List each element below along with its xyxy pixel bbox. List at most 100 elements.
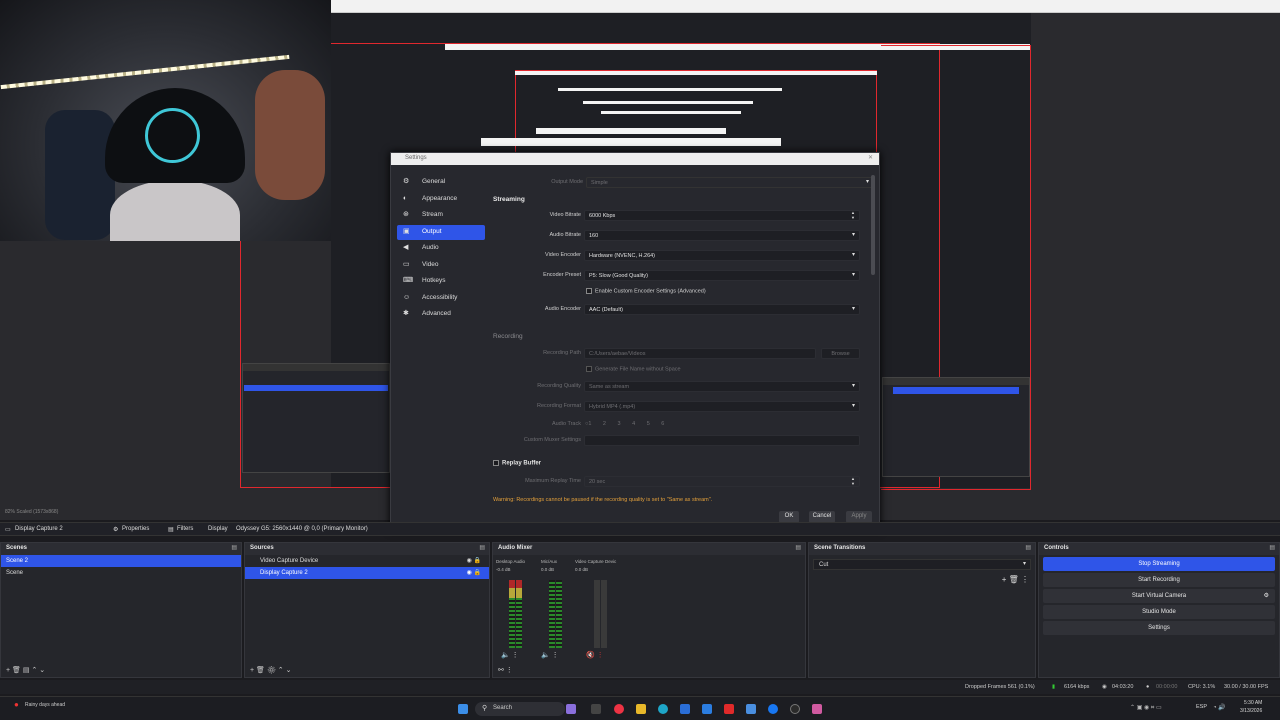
eye-icon[interactable]: ◉ 🔒 — [467, 569, 481, 576]
file-explorer-icon[interactable] — [636, 704, 646, 714]
nav-accessibility[interactable]: ☺ Accessibility — [397, 291, 485, 306]
studio-mode-button[interactable]: Studio Mode — [1043, 605, 1275, 619]
audio-track-options[interactable]: ○1 2 3 4 5 6 — [585, 421, 664, 427]
track-3[interactable]: 3 — [618, 421, 621, 427]
spin-arrows-icon[interactable]: ▲ ▼ — [851, 476, 855, 486]
arrow-down-icon[interactable]: ⌄ — [286, 667, 292, 674]
browse-button[interactable]: Browse — [821, 348, 860, 359]
windows-start-icon[interactable] — [458, 704, 468, 714]
track-4[interactable]: 4 — [632, 421, 635, 427]
link-icon[interactable]: ⚯ ⋮ — [498, 667, 513, 674]
settings-scrollbar[interactable] — [871, 175, 875, 275]
scene-item[interactable]: Scene — [1, 567, 241, 579]
gear-icon[interactable]: ⚙ — [267, 667, 276, 674]
nested-obs-scenes — [242, 363, 390, 473]
wifi-icon[interactable]: ◔ 🔊 — [1213, 704, 1226, 711]
nav-general[interactable]: ⚙ General — [397, 175, 485, 190]
clock-time[interactable]: 5:30 AM — [1244, 700, 1262, 706]
spin-arrows-icon[interactable]: ▲ ▼ — [851, 210, 855, 220]
start-virtual-camera-button[interactable]: Start Virtual Camera ⚙ — [1043, 589, 1275, 603]
gear-icon[interactable]: ⚙ — [1264, 592, 1269, 599]
track-6[interactable]: 6 — [661, 421, 664, 427]
chrome-icon[interactable] — [614, 704, 624, 714]
nav-output[interactable]: ▣ Output — [397, 224, 485, 240]
track-5[interactable]: 5 — [647, 421, 650, 427]
replay-buffer-checkbox[interactable]: Replay Buffer — [493, 460, 541, 467]
nav-advanced[interactable]: ✱ Advanced — [397, 307, 485, 322]
scene-item[interactable]: Scene 2 — [1, 555, 241, 567]
add-icon[interactable]: + 🗑 ⋮ — [1002, 575, 1029, 584]
output-mode-row: Output Mode Simple ▾ — [491, 177, 874, 189]
close-icon[interactable]: ✕ — [868, 154, 873, 161]
add-icon[interactable]: + — [250, 667, 254, 674]
settings-button[interactable]: Settings — [1043, 621, 1275, 635]
facebook-icon[interactable] — [768, 704, 778, 714]
recording-format-select[interactable]: Hybrid MP4 (.mp4) ▾ — [584, 401, 860, 412]
source-item[interactable]: Video Capture Device ◉ 🔒 — [245, 555, 489, 567]
transition-select[interactable]: Cut ▾ — [813, 559, 1031, 570]
nav-audio[interactable]: ◀ Audio — [397, 241, 485, 256]
filter-icon[interactable]: ▤ — [23, 667, 30, 674]
obs-icon[interactable] — [790, 704, 800, 714]
system-tray-icons[interactable]: ⌃ ▣ ◉ ⌗ ▭ — [1130, 704, 1162, 712]
app-icon[interactable] — [812, 704, 822, 714]
nav-stream[interactable]: ⊛ Stream — [397, 208, 485, 223]
arrow-up-icon[interactable]: ⌃ — [31, 667, 37, 674]
video-bitrate-row: Video Bitrate 6000 Kbps ▲ ▼ — [491, 210, 874, 222]
recording-quality-select[interactable]: Same as stream ▾ — [584, 381, 860, 392]
filters-button[interactable]: Filters — [177, 526, 193, 532]
eye-icon[interactable]: ◉ 🔒 — [467, 557, 481, 564]
nav-appearance[interactable]: ◐ Appearance — [397, 192, 485, 207]
track-1[interactable]: 1 — [588, 421, 591, 427]
speaker-icon[interactable]: 🔈 ⋮ — [541, 651, 559, 659]
video-bitrate-spinbox[interactable]: 6000 Kbps ▲ ▼ — [584, 210, 860, 221]
audio-encoder-select[interactable]: AAC (Default) ▾ — [584, 304, 860, 315]
custom-muxer-input[interactable] — [584, 435, 860, 446]
dock-menu-icon[interactable]: ▤ — [479, 544, 485, 551]
nav-hotkeys[interactable]: ⌨ Hotkeys — [397, 274, 485, 289]
record-icon: ● — [1146, 684, 1150, 690]
display-select[interactable]: Odyssey G5: 2560x1440 @ 0,0 (Primary Mon… — [236, 526, 368, 532]
app-icon[interactable] — [746, 704, 756, 714]
dock-menu-icon[interactable]: ▤ — [1269, 544, 1275, 551]
add-icon[interactable]: + — [6, 667, 10, 674]
language-indicator[interactable]: ESP — [1196, 704, 1207, 710]
trash-icon[interactable]: 🗑 — [256, 667, 265, 674]
filter-icon: ▤ — [168, 527, 174, 533]
taskbar-search[interactable]: Search — [475, 702, 565, 716]
trash-icon[interactable]: 🗑 — [12, 667, 21, 674]
weather-icon[interactable]: ● — [14, 700, 19, 709]
properties-button[interactable]: Properties — [122, 526, 149, 532]
track-2[interactable]: 2 — [603, 421, 606, 427]
mail-icon[interactable] — [702, 704, 712, 714]
scenes-footer: + 🗑 ▤ ⌃ ⌄ — [1, 665, 241, 677]
custom-encoder-checkbox[interactable]: Enable Custom Encoder Settings (Advanced… — [586, 288, 706, 294]
muted-speaker-icon[interactable]: 🔇 ⋮ — [586, 651, 604, 659]
max-replay-spinbox[interactable]: 20 sec ▲ ▼ — [584, 476, 860, 487]
clock-date[interactable]: 3/13/2026 — [1240, 708, 1262, 714]
encoder-preset-select[interactable]: P5: Slow (Good Quality) ▾ — [584, 270, 860, 281]
dock-menu-icon[interactable]: ▤ — [795, 544, 801, 551]
gen-filename-checkbox[interactable]: Generate File Name without Space — [586, 366, 681, 372]
nav-label: Advanced — [422, 310, 451, 317]
store-icon[interactable] — [680, 704, 690, 714]
source-item[interactable]: Display Capture 2 ◉ 🔒 — [245, 567, 489, 579]
recording-path-input[interactable]: C:/Users/aebae/Videos — [584, 348, 816, 359]
copilot-icon[interactable] — [566, 704, 576, 714]
arrow-up-icon[interactable]: ⌃ — [278, 667, 284, 674]
weather-text[interactable]: Rainy days ahead — [25, 702, 65, 708]
task-view-icon[interactable] — [591, 704, 601, 714]
dock-menu-icon[interactable]: ▤ — [1025, 544, 1031, 551]
video-encoder-select[interactable]: Hardware (NVENC, H.264) ▾ — [584, 250, 860, 261]
stop-streaming-button[interactable]: Stop Streaming — [1043, 557, 1275, 571]
nav-video[interactable]: ▭ Video — [397, 258, 485, 273]
dock-menu-icon[interactable]: ▤ — [231, 544, 237, 551]
edge-icon[interactable] — [658, 704, 668, 714]
audio-bitrate-select[interactable]: 160 ▾ — [584, 230, 860, 241]
arrow-down-icon[interactable]: ⌄ — [39, 667, 45, 674]
speaker-icon[interactable]: 🔈 ⋮ — [501, 651, 519, 659]
chevron-down-icon: ▾ — [851, 403, 855, 409]
start-recording-button[interactable]: Start Recording — [1043, 573, 1275, 587]
output-mode-select[interactable]: Simple ▾ — [586, 177, 874, 188]
youtube-icon[interactable] — [724, 704, 734, 714]
